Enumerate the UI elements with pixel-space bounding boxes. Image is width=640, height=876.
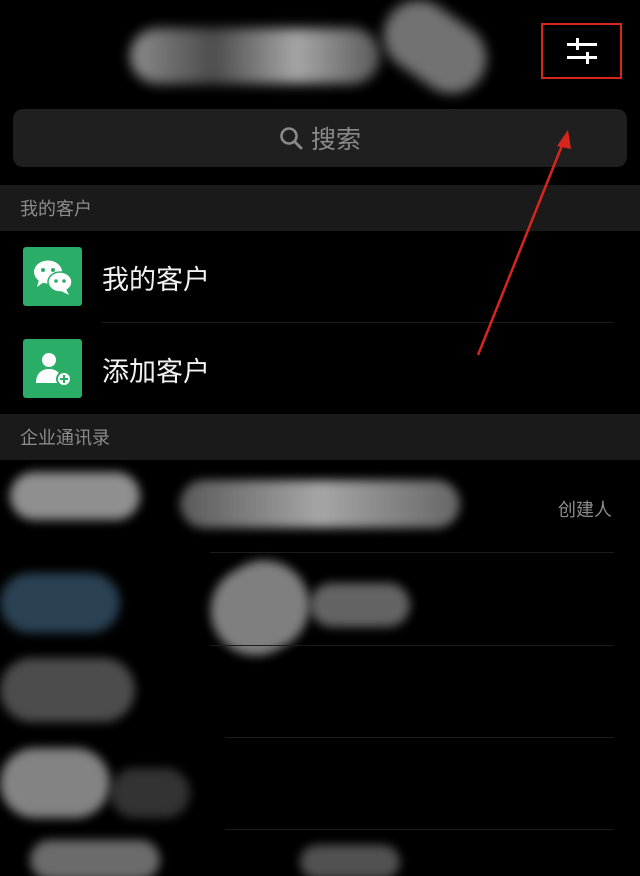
redacted-avatar xyxy=(0,573,120,633)
wechat-icon xyxy=(23,247,82,306)
redacted-avatar xyxy=(30,840,160,876)
search-label: 搜索 xyxy=(310,125,361,154)
redacted-title xyxy=(130,28,380,84)
list-item-label: 添加客户 xyxy=(102,356,210,388)
redacted-name xyxy=(110,768,190,818)
filter-button[interactable] xyxy=(541,23,622,79)
list-item-label: 我的客户 xyxy=(102,264,210,296)
sliders-icon xyxy=(566,38,597,64)
redacted-title-part xyxy=(369,0,501,108)
contact-row[interactable]: 创建人 xyxy=(0,460,640,552)
contact-row[interactable] xyxy=(0,544,640,672)
redacted-name-part xyxy=(310,583,410,627)
redacted-name xyxy=(300,845,400,876)
section-header-customers: 我的客户 xyxy=(0,185,640,231)
contact-row[interactable] xyxy=(0,646,640,738)
add-contact-icon xyxy=(23,339,82,398)
header-bar xyxy=(0,0,640,108)
redacted-avatar xyxy=(10,472,140,520)
search-bar[interactable]: 搜索 xyxy=(13,109,627,167)
redacted-name xyxy=(180,480,460,528)
section-header-directory: 企业通讯录 xyxy=(0,414,640,460)
redacted-avatar xyxy=(0,658,135,722)
redacted-avatar xyxy=(0,748,110,818)
list-item-my-customers[interactable]: 我的客户 xyxy=(0,231,640,323)
list-item-add-customer[interactable]: 添加客户 xyxy=(0,323,640,415)
creator-badge: 创建人 xyxy=(558,500,612,521)
contact-row[interactable] xyxy=(0,830,640,876)
search-icon xyxy=(280,127,303,150)
contact-row[interactable] xyxy=(0,738,640,830)
